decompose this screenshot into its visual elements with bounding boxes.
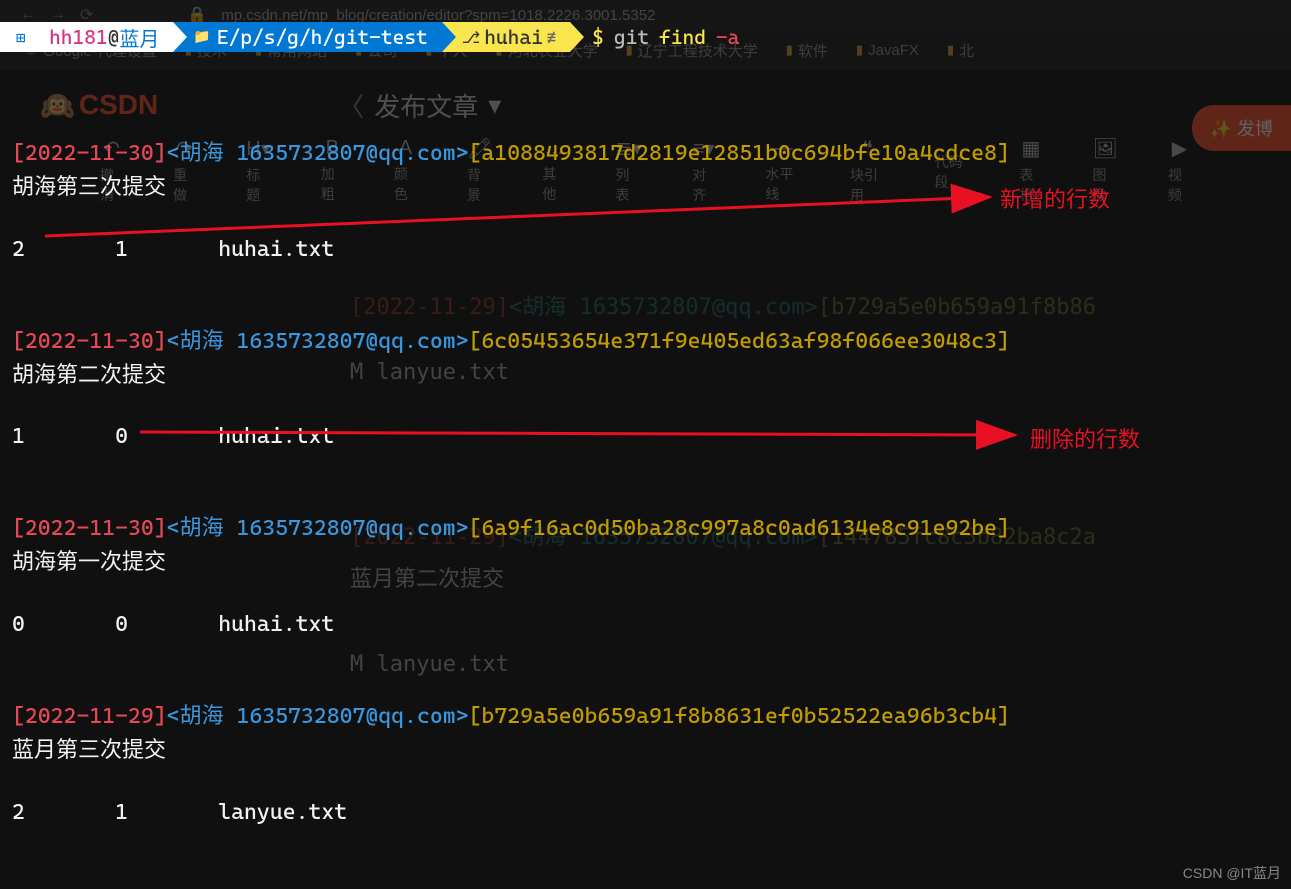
commit-stats: 1 0 huhai.txt: [12, 421, 1279, 453]
cmd-subcommand: find: [659, 25, 706, 49]
commit-message: 胡海第二次提交: [12, 360, 1279, 392]
changes-icon: ≢: [547, 28, 556, 47]
windows-icon: ⊞: [16, 28, 26, 47]
commit-stats: 2 1 lanyue.txt: [12, 797, 1279, 829]
commit-date: [2022-11-29]: [12, 704, 167, 729]
commit-date: [2022-11-30]: [12, 516, 167, 541]
commit-block: [2022-11-30]<胡海 1635732807@qq.com>[6a9f1…: [12, 513, 1279, 641]
page-title: 〈发布文章 ▾: [338, 87, 501, 124]
branch-icon: ⎇: [462, 28, 480, 47]
folder-icon: 📁: [193, 29, 210, 45]
prompt-user: hh181: [49, 25, 108, 49]
commit-block: [2022-11-30]<胡海 1635732807@qq.com>[a1088…: [12, 138, 1279, 266]
prompt-user-segment: ⊞ hh181@蓝月: [0, 22, 173, 52]
commit-hash: [b729a5e0b659a91f8b8631ef0b52522ea96b3cb…: [469, 704, 1010, 729]
prompt-dollar: $: [592, 25, 604, 49]
cmd-flag: -a: [716, 25, 739, 49]
commit-author: <胡海 1635732807@qq.com>: [167, 704, 469, 729]
commit-hash: [6c05453654e371f9e405ed63af98f066ee3048c…: [469, 329, 1010, 354]
terminal-output[interactable]: [2022-11-30]<胡海 1635732807@qq.com>[a1088…: [12, 138, 1279, 889]
commit-author: <胡海 1635732807@qq.com>: [167, 329, 469, 354]
commit-stats: 2 1 huhai.txt: [12, 234, 1279, 266]
commit-message: 蓝月第三次提交: [12, 735, 1279, 767]
commit-header: [2022-11-30]<胡海 1635732807@qq.com>[6a9f1…: [12, 513, 1279, 545]
prompя-branch-segment: ⎇huhai ≢: [442, 22, 570, 52]
commit-block: [2022-11-29]<胡海 1635732807@qq.com>[b729a…: [12, 701, 1279, 829]
url-bar[interactable]: mp.csdn.net/mp_blog/creation/editor?spm=…: [221, 7, 655, 24]
commit-header: [2022-11-30]<胡海 1635732807@qq.com>[a1088…: [12, 138, 1279, 170]
commit-date: [2022-11-30]: [12, 141, 167, 166]
cmd-git: git: [614, 25, 649, 49]
commit-header: [2022-11-30]<胡海 1635732807@qq.com>[6c054…: [12, 326, 1279, 358]
commit-author: <胡海 1635732807@qq.com>: [167, 516, 469, 541]
prompt-path: E/p/s/g/h/git-test: [217, 25, 428, 49]
prompt-branch: huhai: [484, 25, 543, 49]
command-input[interactable]: $ git find -a: [570, 25, 739, 49]
watermark: CSDN @IT蓝月: [1183, 863, 1281, 883]
commit-stats: 0 0 huhai.txt: [12, 609, 1279, 641]
commit-header: [2022-11-29]<胡海 1635732807@qq.com>[b729a…: [12, 701, 1279, 733]
commit-hash: [6a9f16ac0d50ba28c997a8c0ad6134e8c91e92b…: [469, 516, 1010, 541]
prompt-host: 蓝月: [119, 23, 159, 52]
commit-hash: [a1088493817d2819e12851b0c694bfe10a4cdce…: [469, 141, 1010, 166]
commit-block: [2022-11-30]<胡海 1635732807@qq.com>[6c054…: [12, 326, 1279, 454]
prompt-path-segment: 📁 E/p/s/g/h/git-test: [173, 22, 441, 52]
csdn-logo[interactable]: 🙉 CSDN: [40, 89, 158, 122]
terminal-prompt[interactable]: ⊞ hh181@蓝月 📁 E/p/s/g/h/git-test ⎇huhai ≢…: [0, 22, 1291, 52]
commit-message: 胡海第一次提交: [12, 547, 1279, 579]
commit-message: 胡海第三次提交: [12, 172, 1279, 204]
commit-author: <胡海 1635732807@qq.com>: [167, 141, 469, 166]
commit-date: [2022-11-30]: [12, 329, 167, 354]
